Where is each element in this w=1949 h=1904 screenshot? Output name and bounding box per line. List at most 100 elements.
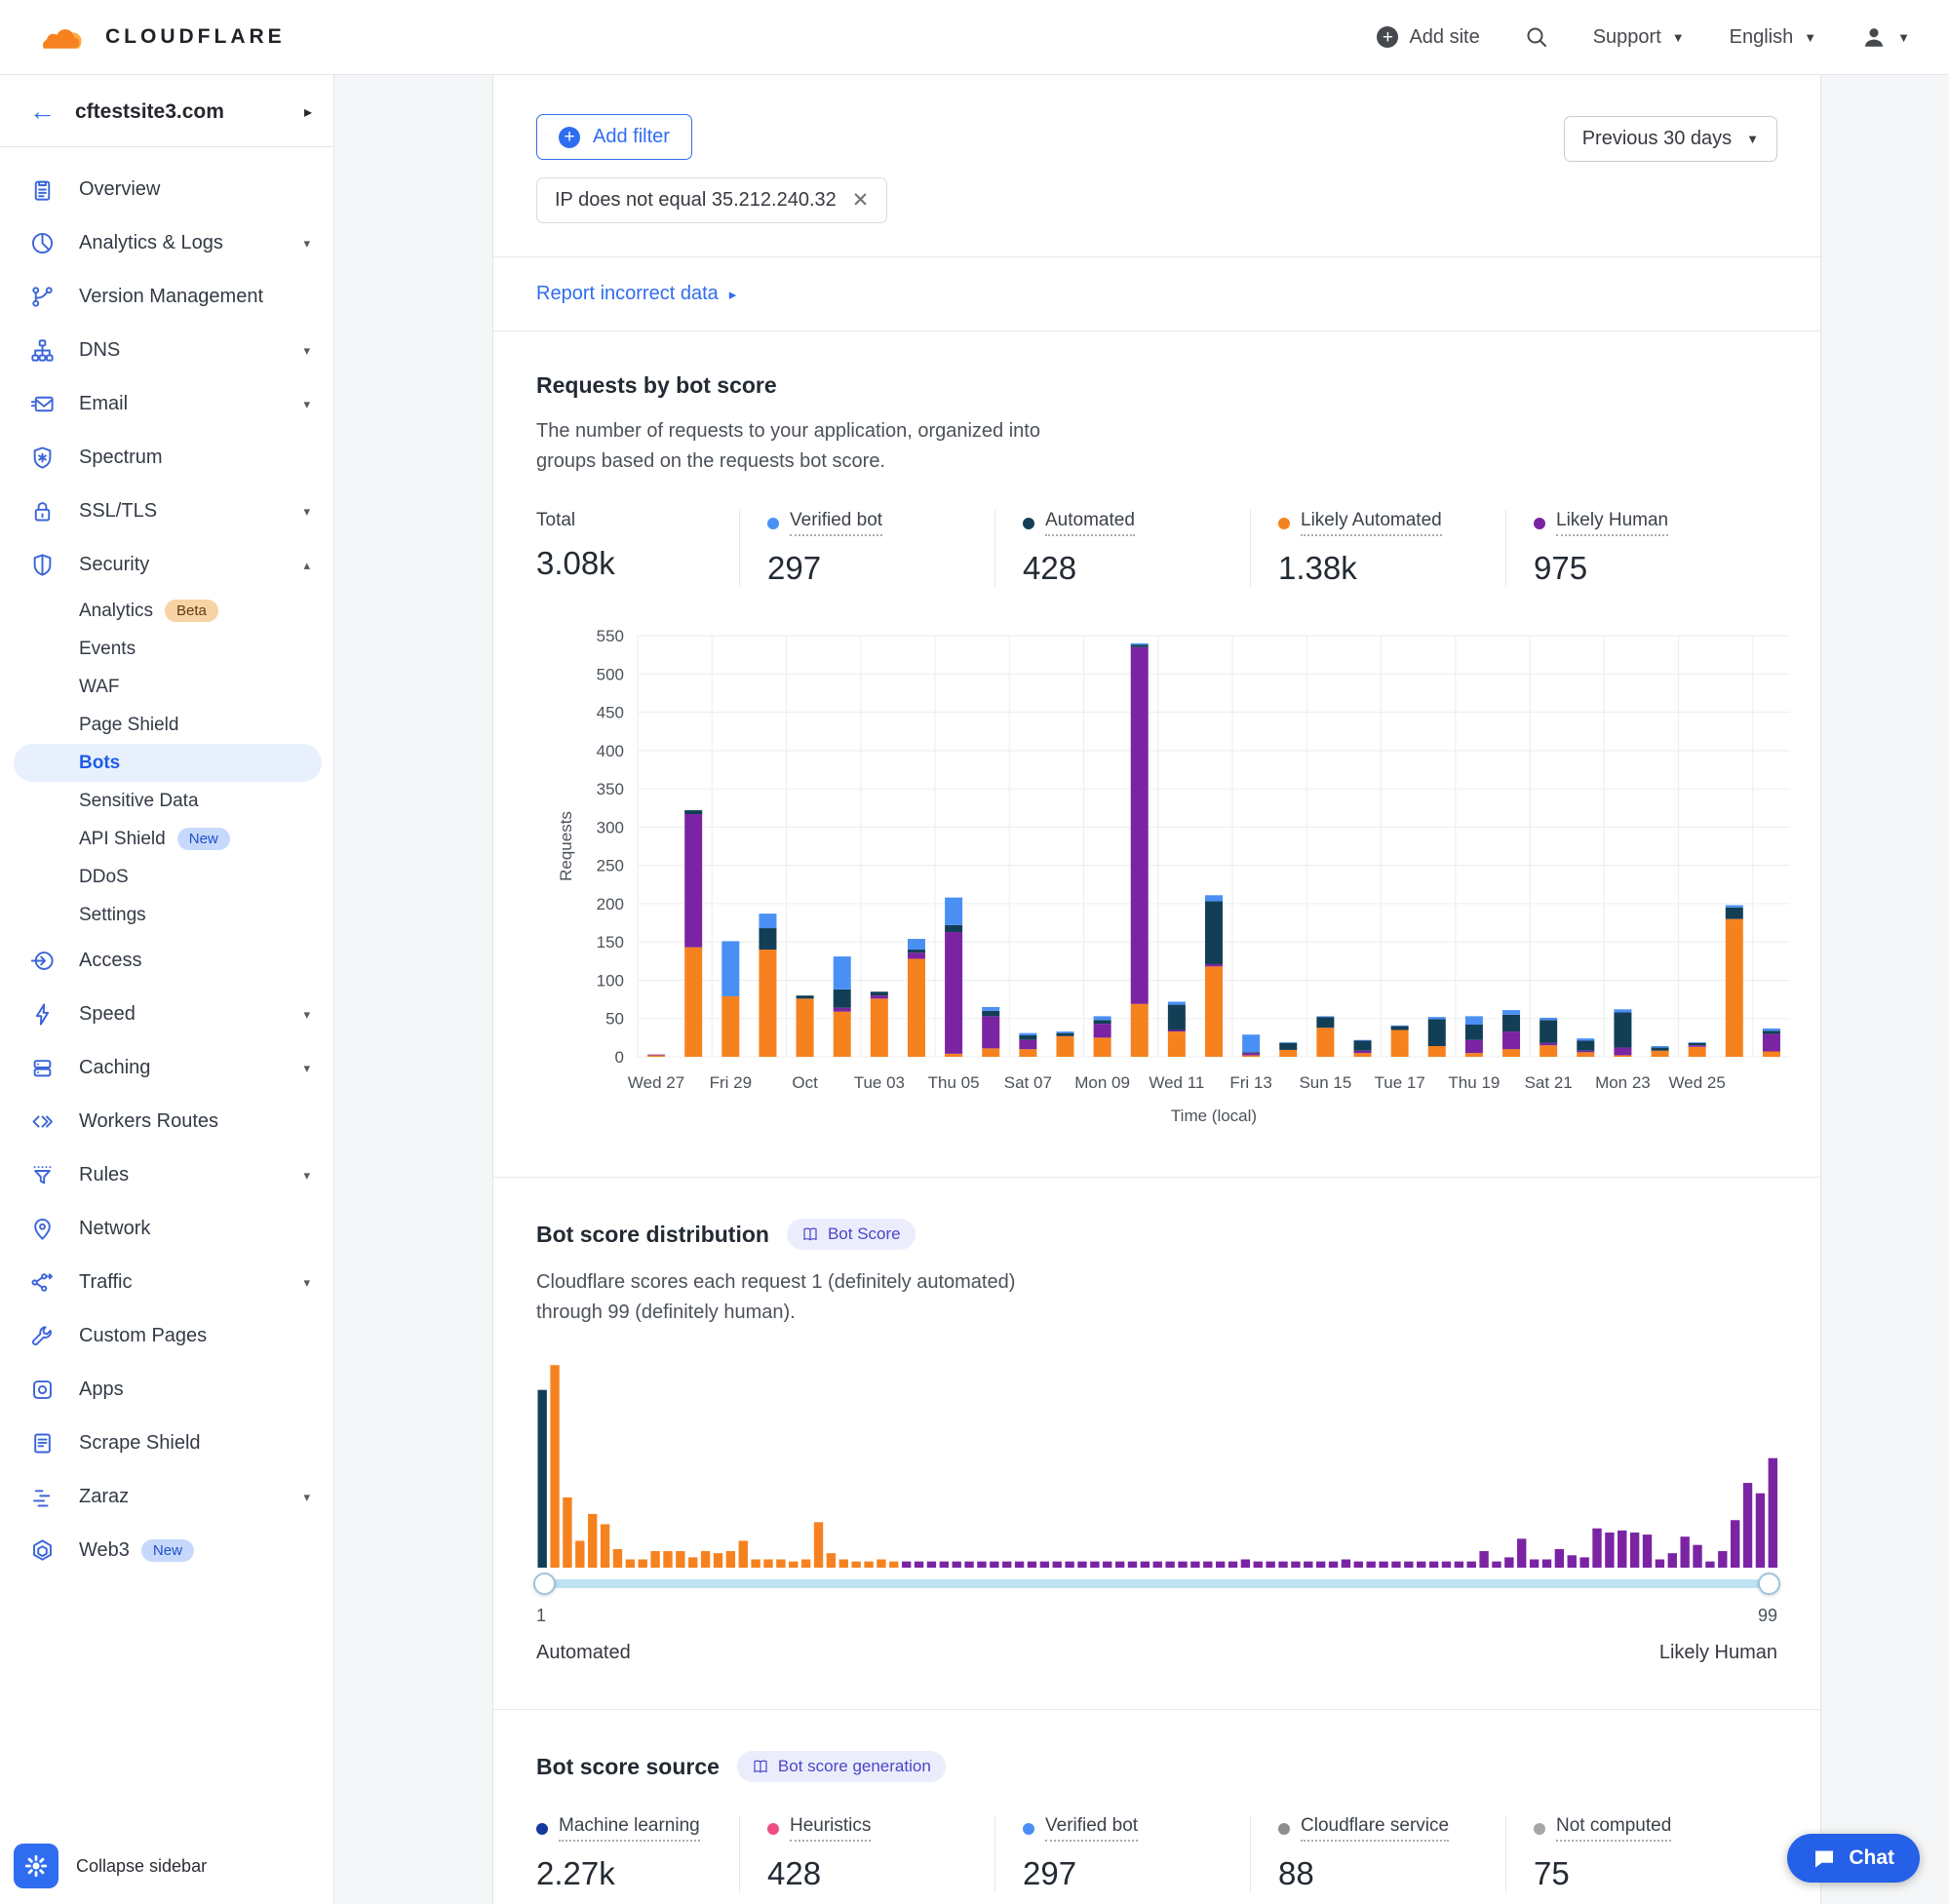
- bot-score-docs-badge[interactable]: Bot Score: [787, 1219, 916, 1250]
- version-icon: [29, 284, 56, 310]
- sidebar-item-events[interactable]: Events: [0, 630, 333, 668]
- collapse-sidebar-button[interactable]: Collapse sidebar: [76, 1856, 207, 1877]
- web3-icon: [29, 1537, 56, 1564]
- stat-value: 2.27k: [536, 1855, 714, 1892]
- chevron-up-icon: ▴: [303, 558, 310, 573]
- language-menu[interactable]: English ▼: [1730, 26, 1816, 49]
- account-menu[interactable]: ▼: [1861, 24, 1910, 50]
- slider-left-caption: Automated: [536, 1642, 631, 1664]
- svg-text:250: 250: [597, 857, 624, 875]
- new-badge: New: [141, 1539, 194, 1562]
- sidebar-item-zaraz[interactable]: Zaraz▾: [0, 1470, 333, 1524]
- legend-dot: [1023, 518, 1034, 529]
- sidebar-item-network[interactable]: Network: [0, 1202, 333, 1256]
- gear-icon: [23, 1853, 49, 1879]
- requests-bar-chart: 050100150200250300350400450500550Wed 27F…: [536, 620, 1777, 1132]
- sidebar-item-security[interactable]: Security▴: [0, 538, 333, 592]
- add-site-button[interactable]: + Add site: [1377, 26, 1479, 49]
- svg-text:Tue 17: Tue 17: [1374, 1073, 1424, 1092]
- sidebar-item-waf[interactable]: WAF: [0, 668, 333, 706]
- sidebar-nav: OverviewAnalytics & Logs▾Version Managem…: [0, 147, 333, 1577]
- sidebar-item-bots[interactable]: Bots: [14, 744, 322, 782]
- requests-chart-svg: 050100150200250300350400450500550Wed 27F…: [536, 620, 1804, 1127]
- date-range-dropdown[interactable]: Previous 30 days ▼: [1564, 116, 1777, 162]
- sidebar-item-ddos[interactable]: DDoS: [0, 858, 333, 896]
- legend-dot: [1534, 1823, 1545, 1835]
- support-menu[interactable]: Support ▼: [1593, 26, 1685, 49]
- spectrum-icon: [29, 445, 56, 471]
- scrape-icon: [29, 1430, 56, 1457]
- sidebar-item-speed[interactable]: Speed▾: [0, 988, 333, 1041]
- stat-value: 428: [1023, 550, 1225, 587]
- caching-icon: [29, 1055, 56, 1081]
- svg-text:0: 0: [615, 1048, 624, 1067]
- svg-text:Wed 11: Wed 11: [1149, 1073, 1204, 1092]
- stat-verified-bot: Verified bot297: [994, 1815, 1250, 1892]
- sidebar-item-web3[interactable]: Web3New: [0, 1524, 333, 1577]
- stat-value: 3.08k: [536, 545, 714, 582]
- ssl-icon: [29, 498, 56, 525]
- sidebar-item-version-management[interactable]: Version Management: [0, 270, 333, 324]
- chevron-right-icon[interactable]: ▸: [304, 102, 312, 122]
- section-title: Requests by bot score: [536, 372, 1777, 399]
- book-icon: [752, 1758, 769, 1775]
- stat-value: 428: [767, 1855, 969, 1892]
- sidebar-item-scrape-shield[interactable]: Scrape Shield: [0, 1417, 333, 1470]
- stat-cloudflare-service: Cloudflare service88: [1250, 1815, 1505, 1892]
- sidebar-item-email[interactable]: Email▾: [0, 377, 333, 431]
- chevron-down-icon: ▾: [303, 343, 310, 359]
- add-filter-button[interactable]: + Add filter: [536, 114, 692, 160]
- stat-value: 75: [1534, 1855, 1735, 1892]
- sidebar-item-ssl-tls[interactable]: SSL/TLS▾: [0, 485, 333, 538]
- sidebar-item-dns[interactable]: DNS▾: [0, 324, 333, 377]
- sidebar-item-rules[interactable]: Rules▾: [0, 1148, 333, 1202]
- sidebar-item-caching[interactable]: Caching▾: [0, 1041, 333, 1095]
- sidebar-item-api-shield[interactable]: API ShieldNew: [0, 820, 333, 858]
- sidebar-item-page-shield[interactable]: Page Shield: [0, 706, 333, 744]
- svg-text:Sat 21: Sat 21: [1525, 1073, 1573, 1092]
- legend-dot: [767, 1823, 779, 1835]
- report-incorrect-data-link[interactable]: Report incorrect data ▸: [536, 283, 736, 305]
- slider-handle-max[interactable]: [1758, 1573, 1780, 1595]
- bot-score-generation-badge[interactable]: Bot score generation: [737, 1751, 946, 1782]
- svg-text:Wed 25: Wed 25: [1669, 1073, 1726, 1092]
- filter-bar: + Add filter IP does not equal 35.212.24…: [493, 75, 1820, 256]
- search-button[interactable]: [1525, 25, 1548, 49]
- sidebar-item-access[interactable]: Access: [0, 934, 333, 988]
- slider-handle-min[interactable]: [533, 1573, 556, 1595]
- close-icon[interactable]: ✕: [852, 190, 870, 211]
- security-icon: [29, 552, 56, 578]
- book-icon: [801, 1225, 819, 1243]
- chat-button[interactable]: Chat: [1787, 1834, 1920, 1883]
- active-filter-chip[interactable]: IP does not equal 35.212.240.32 ✕: [536, 177, 887, 223]
- plus-icon: +: [559, 127, 580, 148]
- svg-text:Requests: Requests: [557, 811, 575, 881]
- access-icon: [29, 948, 56, 974]
- sidebar: ← cftestsite3.com ▸ OverviewAnalytics & …: [0, 75, 334, 1904]
- stat-not-computed: Not computed75: [1505, 1815, 1761, 1892]
- workers-icon: [29, 1108, 56, 1135]
- sidebar-item-analytics-logs[interactable]: Analytics & Logs▾: [0, 216, 333, 270]
- stat-total: Total3.08k: [536, 510, 739, 587]
- sidebar-item-custom-pages[interactable]: Custom Pages: [0, 1309, 333, 1363]
- sidebar-item-spectrum[interactable]: Spectrum: [0, 431, 333, 485]
- sidebar-item-sensitive-data[interactable]: Sensitive Data: [0, 782, 333, 820]
- sidebar-item-traffic[interactable]: Traffic▾: [0, 1256, 333, 1309]
- sidebar-item-overview[interactable]: Overview: [0, 163, 333, 216]
- svg-text:Fri 13: Fri 13: [1229, 1073, 1271, 1092]
- stat-value: 297: [1023, 1855, 1225, 1892]
- chevron-down-icon: ▼: [1746, 132, 1759, 146]
- network-icon: [29, 1216, 56, 1242]
- stat-machine-learning: Machine learning2.27k: [536, 1815, 739, 1892]
- slider-track[interactable]: [536, 1579, 1777, 1588]
- overview-icon: [29, 176, 56, 203]
- sidebar-item-apps[interactable]: Apps: [0, 1363, 333, 1417]
- back-arrow-icon[interactable]: ←: [29, 98, 56, 125]
- settings-gear-button[interactable]: [14, 1844, 58, 1888]
- sidebar-item-analytics[interactable]: AnalyticsBeta: [0, 592, 333, 630]
- sidebar-item-workers-routes[interactable]: Workers Routes: [0, 1095, 333, 1148]
- svg-text:300: 300: [597, 818, 624, 836]
- stat-likely-automated: Likely Automated1.38k: [1250, 510, 1505, 587]
- sidebar-item-settings[interactable]: Settings: [0, 896, 333, 934]
- section-description: The number of requests to your applicati…: [536, 416, 1082, 477]
